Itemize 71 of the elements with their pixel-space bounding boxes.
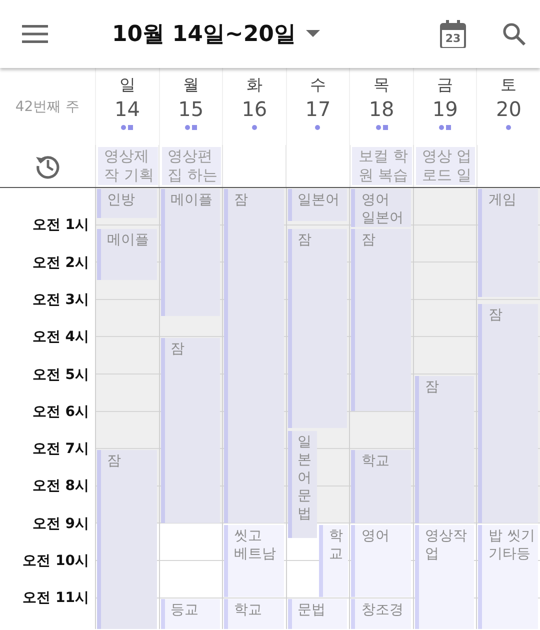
hour-label: 오전 5시 — [32, 366, 89, 384]
hour-label: 오전 11시 — [22, 589, 89, 608]
date-number[interactable]: 17 — [305, 96, 331, 122]
weekday-label: 수 — [310, 74, 326, 96]
event-block[interactable]: 잠 — [160, 338, 220, 523]
date-number[interactable]: 16 — [242, 96, 268, 122]
event-block[interactable]: 씻고 베트남 — [224, 524, 284, 598]
weekday-label: 월 — [182, 74, 199, 96]
event-block[interactable]: 잠 — [351, 229, 411, 411]
hour-label: 오전 10시 — [22, 552, 89, 570]
event-block[interactable]: 영어 — [351, 524, 411, 598]
event-block[interactable]: 메이플 — [97, 229, 157, 280]
all-day-event[interactable]: 보컬 학원 복습 — [352, 147, 412, 185]
event-block[interactable]: 잠 — [478, 304, 538, 523]
weekday-label: 토 — [500, 74, 517, 96]
event-block[interactable]: 잠 — [288, 229, 348, 428]
hour-label: 오전 9시 — [32, 514, 89, 533]
event-square — [128, 124, 134, 130]
event-block[interactable]: 창조경 — [351, 599, 411, 629]
event-block[interactable]: 인방 — [97, 189, 157, 218]
weekday-label: 금 — [437, 74, 454, 96]
event-dot — [506, 124, 512, 130]
hour-label: 오전 3시 — [32, 290, 89, 309]
date-number[interactable]: 18 — [368, 96, 394, 122]
event-square — [382, 124, 388, 130]
hour-label: 오전 7시 — [32, 440, 89, 458]
hour-label: 오전 2시 — [32, 254, 89, 272]
event-block[interactable]: 영상작업 — [414, 524, 474, 629]
weekday-label: 목 — [374, 74, 390, 96]
event-dot — [252, 124, 257, 130]
event-dot — [184, 124, 190, 130]
hour-label: 오전 1시 — [32, 216, 89, 234]
caret-icon — [306, 30, 320, 38]
event-dot — [439, 124, 444, 130]
event-block[interactable]: 메이플 — [160, 189, 220, 316]
date-number[interactable]: 19 — [432, 96, 458, 122]
all-day-event[interactable]: 영상편집 하는 — [162, 147, 222, 185]
event-block[interactable]: 학교 — [224, 599, 284, 629]
event-block[interactable]: 영어 일본어 — [351, 189, 411, 228]
history-icon[interactable] — [34, 153, 60, 179]
hour-label: 오전 8시 — [32, 477, 89, 496]
event-block[interactable]: 학교 — [318, 524, 348, 598]
event-dot — [376, 124, 381, 130]
event-block[interactable]: 밥 씻기 기타등 — [478, 524, 538, 629]
event-block[interactable]: 게임 — [478, 189, 538, 298]
weekday-label: 화 — [246, 74, 262, 96]
hour-label: 오전 4시 — [32, 328, 89, 346]
menu-icon[interactable] — [22, 24, 48, 44]
date-number[interactable]: 14 — [114, 96, 140, 122]
date-number[interactable]: 20 — [496, 96, 522, 122]
event-block[interactable]: 일본어 — [288, 189, 348, 222]
event-block[interactable]: 잠 — [414, 376, 474, 523]
event-square — [446, 124, 452, 130]
event-square — [192, 124, 197, 130]
event-block[interactable]: 잠 — [224, 189, 284, 523]
event-block[interactable]: 일본어문법 — [288, 431, 317, 538]
event-block[interactable]: 문법 — [288, 599, 348, 629]
weekday-label: 일 — [119, 74, 136, 96]
event-dot — [315, 124, 320, 130]
week-range-dropdown[interactable]: 10월 14일~20일 — [112, 19, 320, 49]
event-block[interactable]: 학교 — [351, 450, 411, 523]
event-block[interactable]: 등교 — [160, 599, 220, 629]
week-number: 42번째 주 — [15, 98, 80, 116]
all-day-event[interactable]: 영상제작 기획 — [98, 147, 158, 185]
date-number[interactable]: 15 — [178, 96, 204, 122]
today-button[interactable]: 23 — [440, 20, 466, 48]
search-icon[interactable] — [502, 22, 526, 46]
event-block[interactable]: 잠 — [97, 450, 157, 629]
hour-label: 오전 6시 — [32, 402, 89, 421]
event-dot — [121, 124, 126, 130]
all-day-event[interactable]: 영상 업로드 일 — [416, 147, 476, 185]
